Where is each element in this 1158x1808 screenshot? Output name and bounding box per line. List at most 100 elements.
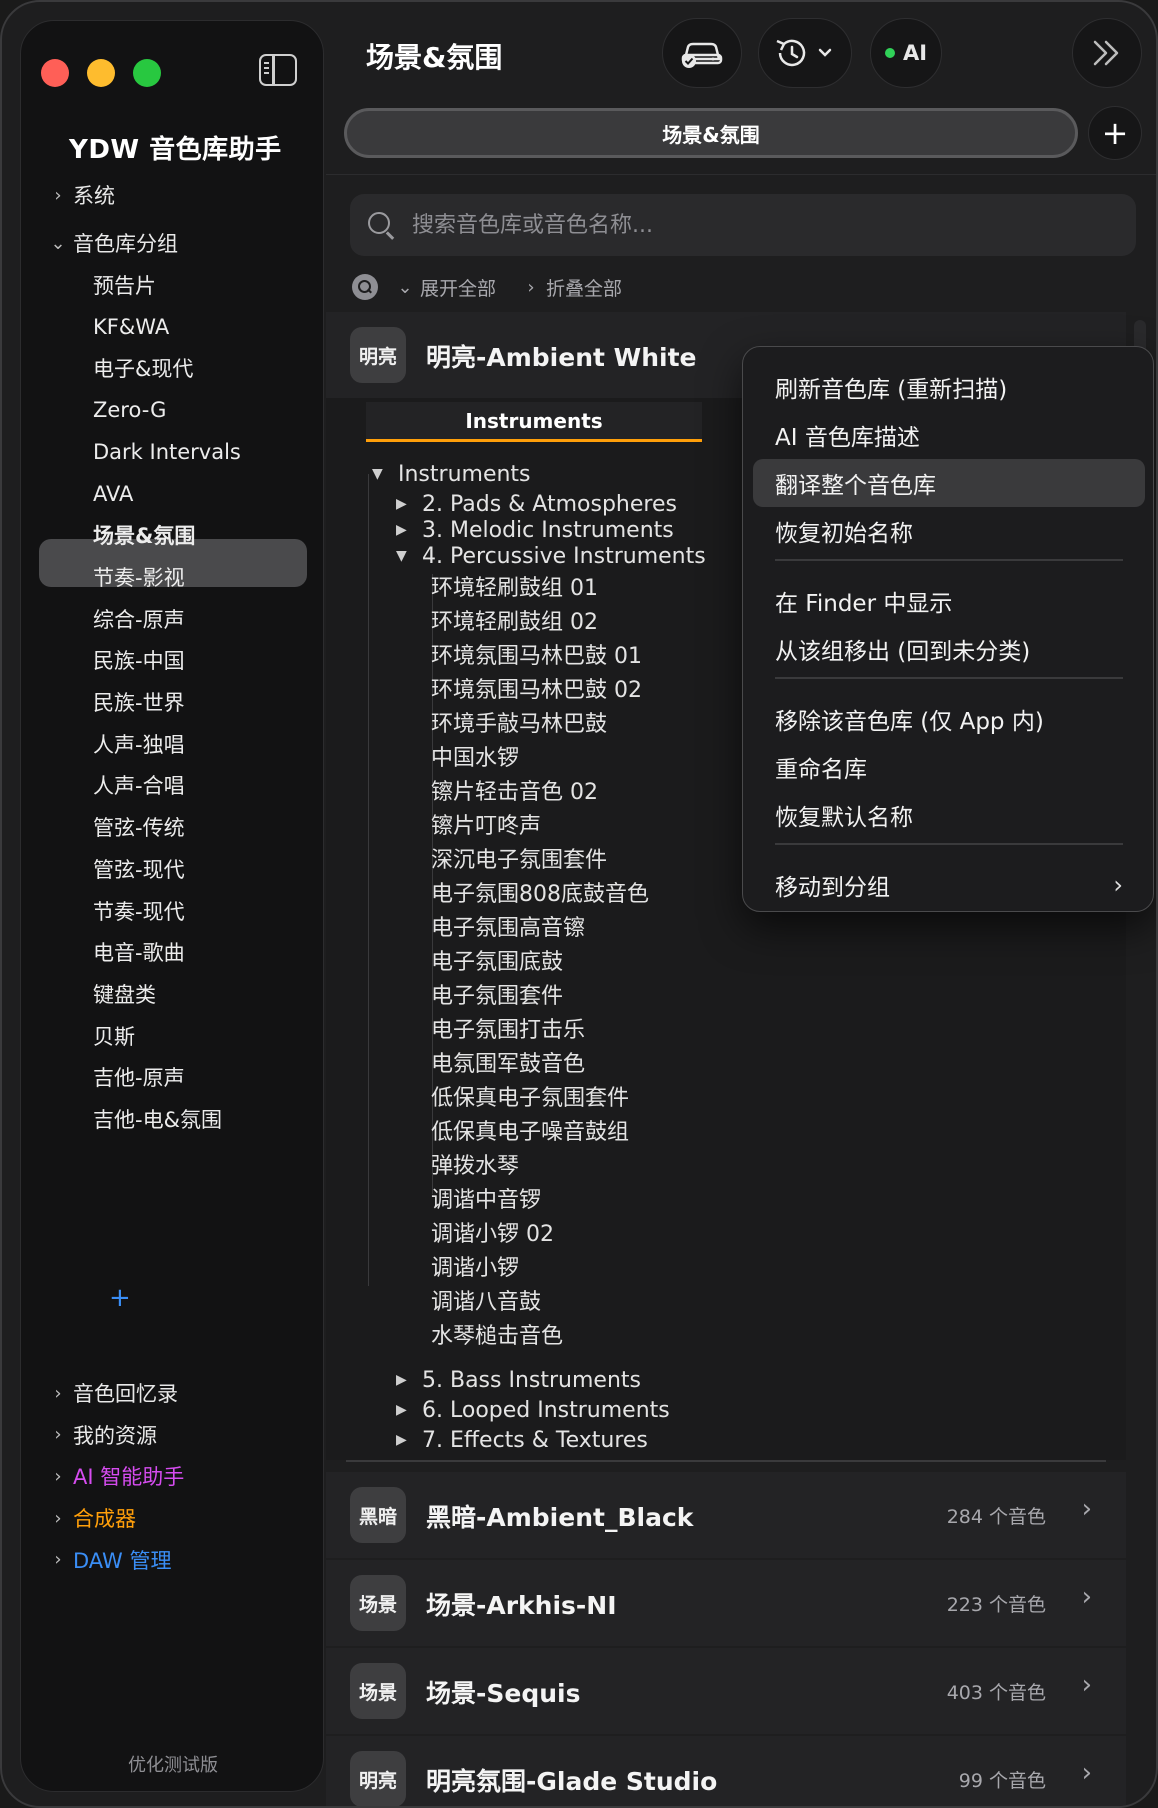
library-name: 场景-Arkhis-NI — [426, 1591, 617, 1620]
add-tab-button[interactable]: + — [1088, 106, 1142, 160]
context-menu-item[interactable]: 重命名库 — [753, 743, 1145, 791]
library-badge: 场景 — [350, 1575, 406, 1631]
instrument-item[interactable]: 电氛围军鼓音色 — [431, 1048, 585, 1077]
context-menu-item[interactable]: 在 Finder 中显示 — [753, 577, 1145, 625]
instrument-item[interactable]: 电子氛围808底鼓音色 — [431, 878, 649, 907]
context-menu-item[interactable]: 翻译整个音色库 — [753, 459, 1145, 507]
instrument-item[interactable]: 环境氛围马林巴鼓 01 — [431, 640, 642, 669]
instrument-item[interactable]: 水琴槌击音色 — [431, 1320, 563, 1349]
window-minimize-button[interactable] — [87, 59, 115, 87]
sidebar-group-item[interactable]: 预告片 — [93, 269, 156, 301]
sidebar-section[interactable]: › 我的资源 — [49, 1419, 157, 1451]
sidebar-group-item[interactable]: 吉他-电&氛围 — [93, 1103, 222, 1135]
instrument-item[interactable]: 电子氛围打击乐 — [431, 1014, 585, 1043]
sidebar-section[interactable]: › 合成器 — [49, 1502, 136, 1534]
sidebar-group-item[interactable]: 人声-独唱 — [93, 728, 185, 760]
tree-folder[interactable]: ▶ 5. Bass Instruments — [396, 1366, 641, 1394]
instrument-item[interactable]: 电子氛围套件 — [431, 980, 563, 1009]
instrument-item[interactable]: 镲片叮咚声 — [431, 810, 541, 839]
instrument-item[interactable]: 低保真电子噪音鼓组 — [431, 1116, 629, 1145]
instrument-item[interactable]: 电子氛围底鼓 — [431, 946, 563, 975]
search-filter-icon[interactable] — [352, 274, 378, 300]
context-menu-item[interactable]: 恢复初始名称 — [753, 507, 1145, 555]
tree-folder[interactable]: ▶ 3. Melodic Instruments — [396, 516, 674, 544]
sidebar-group-item[interactable]: AVA — [93, 478, 133, 510]
context-menu-item[interactable]: 恢复默认名称 — [753, 791, 1145, 839]
tab-scene-atmosphere[interactable]: 场景&氛围 — [344, 108, 1078, 158]
instrument-item[interactable]: 镲片轻击音色 02 — [431, 776, 598, 805]
library-badge: 场景 — [350, 1663, 406, 1719]
library-card[interactable]: 明亮 明亮氛围-Glade Studio 99 个音色 › — [326, 1736, 1126, 1806]
history-button[interactable] — [758, 18, 852, 88]
sidebar-group-item[interactable]: KF&WA — [93, 311, 169, 343]
library-card[interactable]: 场景 场景-Arkhis-NI 223 个音色 › — [326, 1560, 1126, 1646]
library-card[interactable]: 场景 场景-Sequis 403 个音色 › — [326, 1648, 1126, 1734]
context-menu-item[interactable]: AI 音色库描述 — [753, 411, 1145, 459]
context-menu-divider — [775, 559, 1123, 561]
sidebar-group-item[interactable]: 管弦-现代 — [93, 853, 185, 885]
sidebar-group-item[interactable]: 电子&现代 — [93, 352, 193, 384]
sidebar-group-item[interactable]: 综合-原声 — [93, 603, 185, 635]
sidebar-group-item[interactable]: 民族-世界 — [93, 686, 185, 718]
instrument-item[interactable]: 低保真电子氛围套件 — [431, 1082, 629, 1111]
instrument-item[interactable]: 深沉电子氛围套件 — [431, 844, 607, 873]
ai-status-button[interactable]: AI — [870, 18, 942, 88]
tree-folder[interactable]: ▶ 2. Pads & Atmospheres — [396, 490, 677, 518]
tree-folder[interactable]: ▶ 6. Looped Instruments — [396, 1396, 670, 1424]
chevron-right-icon: › — [54, 1465, 62, 1487]
instrument-item[interactable]: 环境氛围马林巴鼓 02 — [431, 674, 642, 703]
instrument-item[interactable]: 中国水锣 — [431, 742, 519, 771]
instrument-item[interactable]: 调谐八音鼓 — [431, 1286, 541, 1315]
tree-folder-label: 5. Bass Instruments — [422, 1367, 641, 1393]
add-group-button[interactable]: + — [109, 1283, 131, 1313]
tree-folder[interactable]: ▼ 4. Percussive Instruments — [396, 542, 706, 570]
context-menu-item[interactable]: 从该组移出 (回到未分类) — [753, 625, 1145, 673]
sidebar-group-item[interactable]: 节奏-现代 — [93, 895, 185, 927]
instrument-item[interactable]: 调谐小锣 02 — [431, 1218, 554, 1247]
context-menu-label: AI 音色库描述 — [775, 425, 920, 451]
sidebar-section-groups[interactable]: ⌄ 音色库分组 — [49, 227, 178, 259]
sidebar-section[interactable]: › DAW 管理 — [49, 1544, 171, 1576]
instrument-item[interactable]: 调谐中音锣 — [431, 1184, 541, 1213]
instrument-item[interactable]: 调谐小锣 — [431, 1252, 519, 1281]
more-button[interactable] — [1072, 18, 1142, 88]
sidebar-group-item[interactable]: 节奏-影视 — [93, 561, 185, 593]
car-button[interactable] — [662, 18, 742, 88]
sidebar-section-system[interactable]: › 系统 — [49, 179, 115, 211]
sidebar-section-label: 我的资源 — [73, 1423, 157, 1448]
sidebar-group-item[interactable]: 吉他-原声 — [93, 1061, 185, 1093]
instrument-item[interactable]: 环境轻刷鼓组 01 — [431, 572, 598, 601]
context-menu-item[interactable]: 移动到分组 › — [753, 861, 1145, 909]
instrument-item[interactable]: 环境轻刷鼓组 02 — [431, 606, 598, 635]
sidebar-group-item[interactable]: Zero-G — [93, 394, 166, 426]
search-input[interactable] — [412, 194, 1112, 256]
library-card[interactable]: 黑暗 黑暗-Ambient_Black 284 个音色 › — [326, 1472, 1126, 1558]
instrument-item[interactable]: 电子氛围高音镲 — [431, 912, 585, 941]
library-name: 明亮氛围-Glade Studio — [426, 1767, 718, 1796]
tab-instruments[interactable]: Instruments — [366, 402, 702, 442]
sidebar-group-item[interactable]: Dark Intervals — [93, 436, 241, 468]
sidebar-group-item[interactable]: 民族-中国 — [93, 644, 185, 676]
instrument-item[interactable]: 弹拨水琴 — [431, 1150, 519, 1179]
context-menu-item[interactable]: 刷新音色库 (重新扫描) — [753, 363, 1145, 411]
app-window: YDW 音色库助手 › 系统 ⌄ 音色库分组 预告片 KF&WA 电子&现代 Zero… — [0, 0, 1158, 1808]
context-menu-item[interactable]: 移除该音色库 (仅 App 内) — [753, 695, 1145, 743]
sidebar-group-item[interactable]: 管弦-传统 — [93, 811, 185, 843]
sidebar-group-item[interactable]: 场景&氛围 — [93, 519, 195, 551]
sidebar-group-item[interactable]: 人声-合唱 — [93, 769, 185, 801]
window-close-button[interactable] — [41, 59, 69, 87]
sidebar-toggle-icon[interactable] — [259, 54, 297, 86]
expand-all-button[interactable]: ⌄ 展开全部 — [396, 274, 496, 301]
tree-folder[interactable]: ▶ 7. Effects & Textures — [396, 1426, 648, 1454]
sidebar-group-item[interactable]: 电音-歌曲 — [93, 936, 185, 968]
window-zoom-button[interactable] — [133, 59, 161, 87]
instrument-item[interactable]: 环境手敲马林巴鼓 — [431, 708, 607, 737]
sidebar-section[interactable]: › 音色回忆录 — [49, 1377, 178, 1409]
triangle-right-icon: ▶ — [396, 522, 407, 538]
sidebar-group-item[interactable]: 贝斯 — [93, 1020, 135, 1052]
sidebar-section[interactable]: › AI 智能助手 — [49, 1460, 184, 1492]
sidebar-group-item[interactable]: 键盘类 — [93, 978, 156, 1010]
tree-root-instruments[interactable]: ▼ Instruments — [372, 460, 531, 488]
collapse-all-button[interactable]: › 折叠全部 — [522, 274, 622, 301]
chevron-right-icon: › — [1113, 871, 1123, 899]
